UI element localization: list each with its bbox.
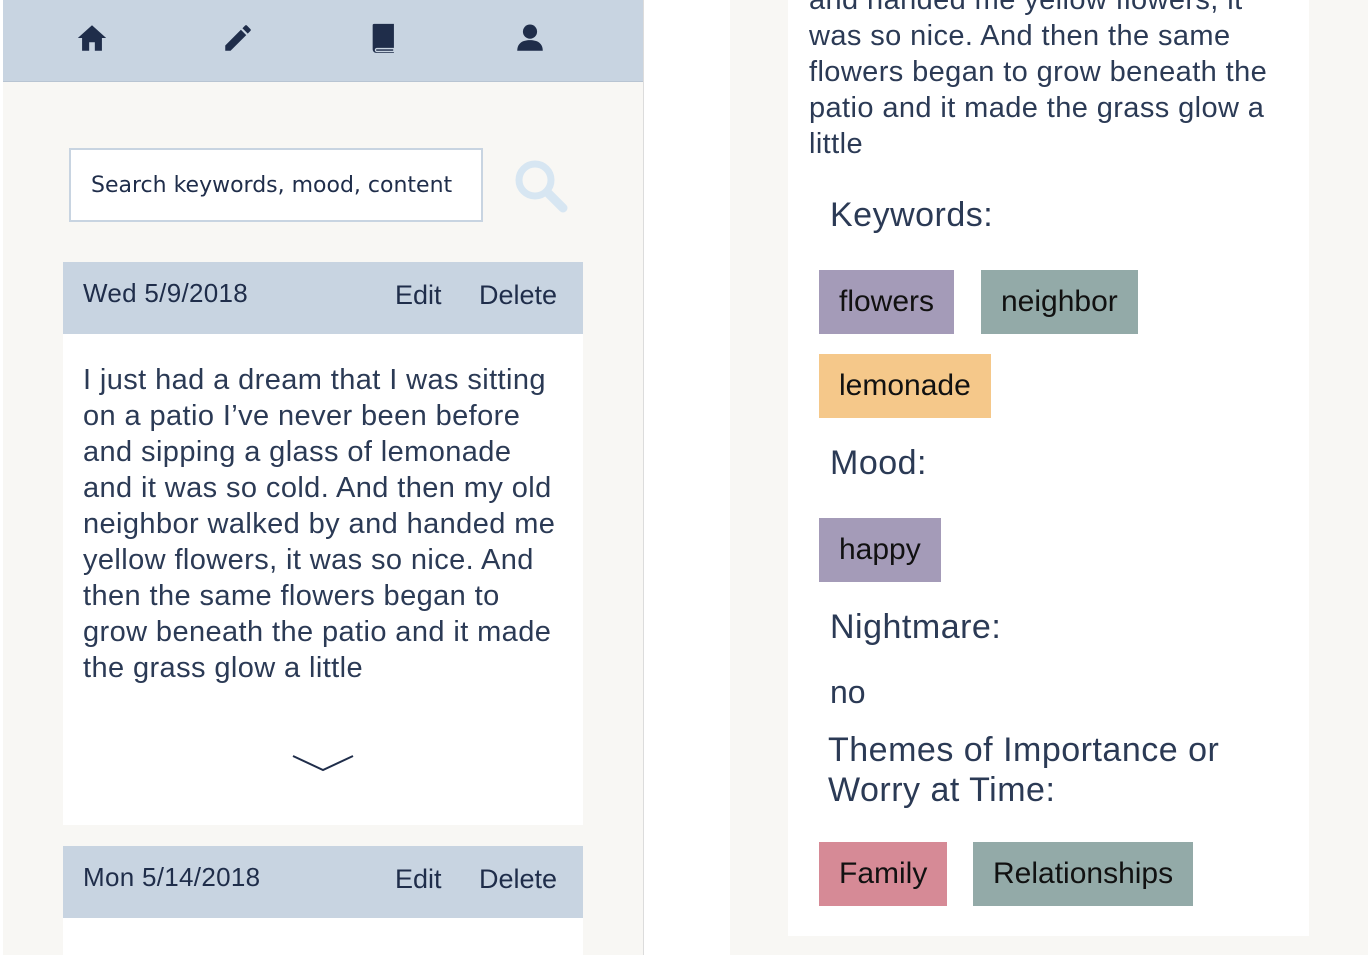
- nav-profile-button[interactable]: [510, 18, 550, 58]
- theme-tag[interactable]: Relationships: [973, 842, 1194, 906]
- nav-home-button[interactable]: [72, 18, 112, 58]
- nav-write-button[interactable]: [218, 18, 258, 58]
- entry-date: Mon 5/14/2018: [83, 862, 261, 892]
- edit-button[interactable]: Edit: [395, 280, 442, 311]
- nightmare-value: no: [830, 674, 866, 710]
- chevron-down-icon[interactable]: [291, 752, 355, 776]
- entry-body: [63, 918, 583, 955]
- mood-tag[interactable]: happy: [819, 518, 941, 582]
- user-icon: [517, 24, 543, 51]
- entry-body: I just had a dream that I was sitting on…: [63, 334, 583, 825]
- keyword-tag[interactable]: flowers: [819, 270, 955, 334]
- top-nav-bar: [3, 0, 643, 82]
- entry-date: Wed 5/9/2018: [83, 278, 249, 308]
- keyword-tag[interactable]: lemonade: [819, 354, 991, 418]
- entry-header: Wed 5/9/2018 Edit Delete: [63, 262, 583, 334]
- entry-header: Mon 5/14/2018 Edit Delete: [63, 846, 583, 918]
- entry-detail-card: and handed me yellow flowers, it was so …: [788, 0, 1309, 936]
- delete-button[interactable]: Delete: [479, 864, 557, 895]
- home-icon: [77, 25, 107, 51]
- keywords-title: Keywords:: [830, 196, 994, 234]
- themes-title: Themes of Importance or Worry at Time:: [828, 731, 1220, 809]
- search-input[interactable]: [71, 150, 481, 220]
- mood-title: Mood:: [830, 444, 927, 482]
- journal-book-icon: [372, 23, 394, 53]
- edit-button[interactable]: Edit: [395, 864, 442, 895]
- search-icon: [515, 160, 568, 213]
- entry-text: and handed me yellow flowers, it was so …: [809, 0, 1268, 160]
- entry-text: I just had a dream that I was sitting on…: [83, 364, 556, 684]
- search-field-container: [69, 148, 483, 222]
- search-button[interactable]: [511, 156, 571, 216]
- nightmare-title: Nightmare:: [830, 608, 1002, 646]
- keyword-tag[interactable]: neighbor: [981, 270, 1138, 334]
- nav-journal-button[interactable]: [364, 18, 404, 58]
- delete-button[interactable]: Delete: [479, 280, 557, 311]
- pencil-icon: [225, 25, 251, 51]
- journal-list-screen: Wed 5/9/2018 Edit Delete I just had a dr…: [3, 0, 644, 955]
- entry-detail-screen: and handed me yellow flowers, it was so …: [730, 0, 1368, 955]
- theme-tag[interactable]: Family: [819, 842, 948, 906]
